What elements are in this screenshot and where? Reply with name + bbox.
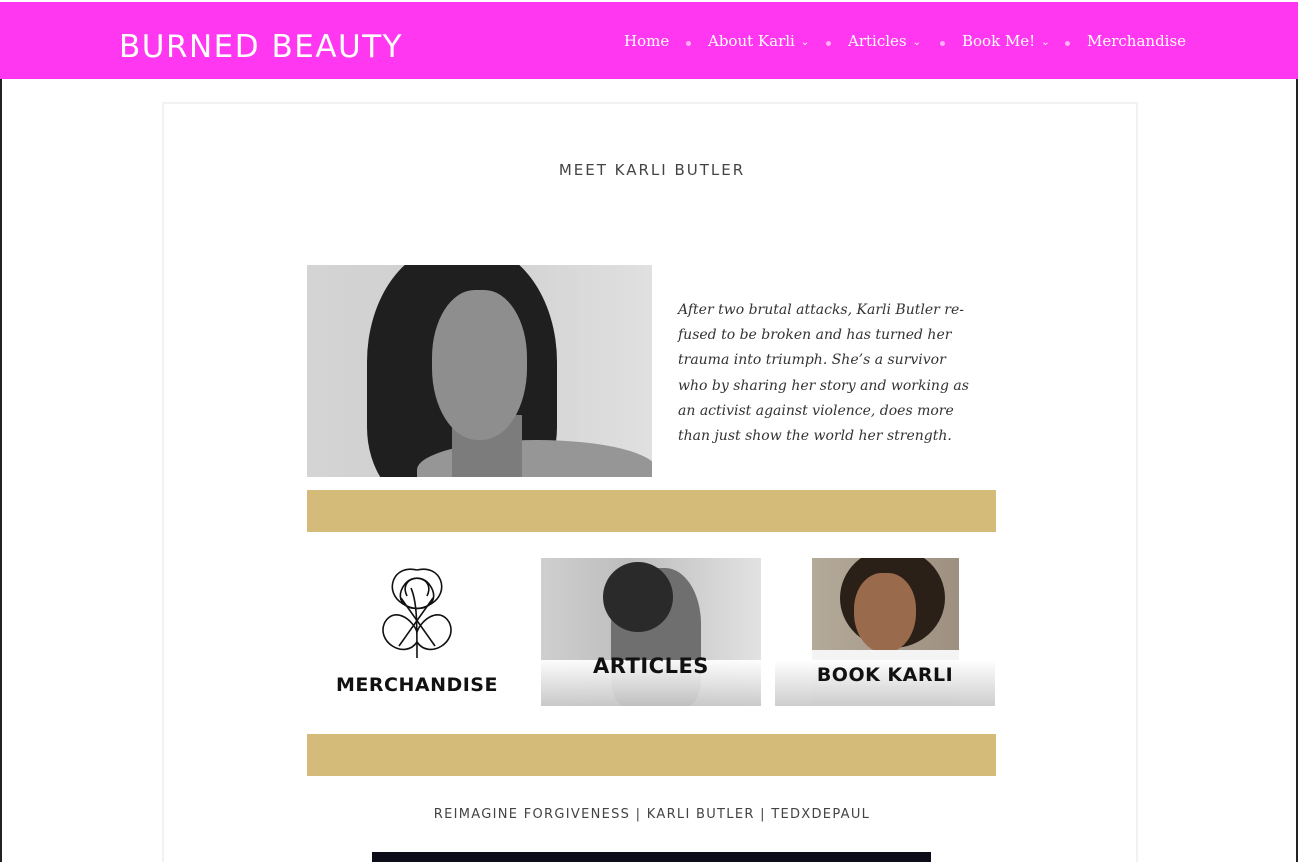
monogram-logo-icon [382,568,452,659]
gold-divider-band [307,490,996,532]
nav-item-label: About Karli [708,32,795,50]
main-navigation: Home About Karli ⌄ Articles ⌄ Book Me! ⌄… [0,32,1298,54]
chevron-down-icon: ⌄ [912,36,921,48]
merchandise-tile-link[interactable]: MERCHANDISE [307,558,527,706]
tile-caption: BOOK KARLI [816,664,954,686]
nav-separator-dot [1065,41,1070,46]
nav-separator-dot [826,41,831,46]
nav-separator-dot [940,41,945,46]
site-header: BURNED BEAUTY Home About Karli ⌄ Article… [0,0,1298,79]
chevron-down-icon: ⌄ [1041,36,1050,48]
video-embed[interactable] [372,852,931,862]
nav-item-book-me[interactable]: Book Me! ⌄ [962,32,1050,50]
nav-item-articles[interactable]: Articles ⌄ [848,32,921,50]
karli-portrait-image [307,265,652,477]
tile-caption: ARTICLES [593,654,709,678]
main-content: MEET KARLI BUTLER After two brutal attac… [162,102,1138,862]
book-karli-tile-link[interactable]: BOOK KARLI [775,558,995,706]
page-title: MEET KARLI BUTLER [558,161,746,179]
articles-tile-link[interactable]: ARTICLES [541,558,761,706]
intro-text: After two brutal attacks, Karli Butler r… [678,302,969,445]
nav-separator-dot [686,41,691,46]
nav-item-home[interactable]: Home [624,32,669,50]
chevron-down-icon: ⌄ [800,36,810,48]
nav-item-label: Merchandise [1087,32,1187,50]
page-edge-left [0,79,2,862]
video-title: REIMAGINE FORGIVENESS | KARLI BUTLER | T… [433,807,871,822]
nav-item-about-karli[interactable]: About Karli ⌄ [708,32,809,50]
nav-item-label: Home [624,32,670,50]
tile-caption: MERCHANDISE [336,674,498,696]
gold-divider-band [307,734,996,776]
nav-item-merchandise[interactable]: Merchandise [1087,32,1186,50]
nav-item-label: Book Me! [962,32,1036,50]
nav-item-label: Articles [848,32,907,50]
